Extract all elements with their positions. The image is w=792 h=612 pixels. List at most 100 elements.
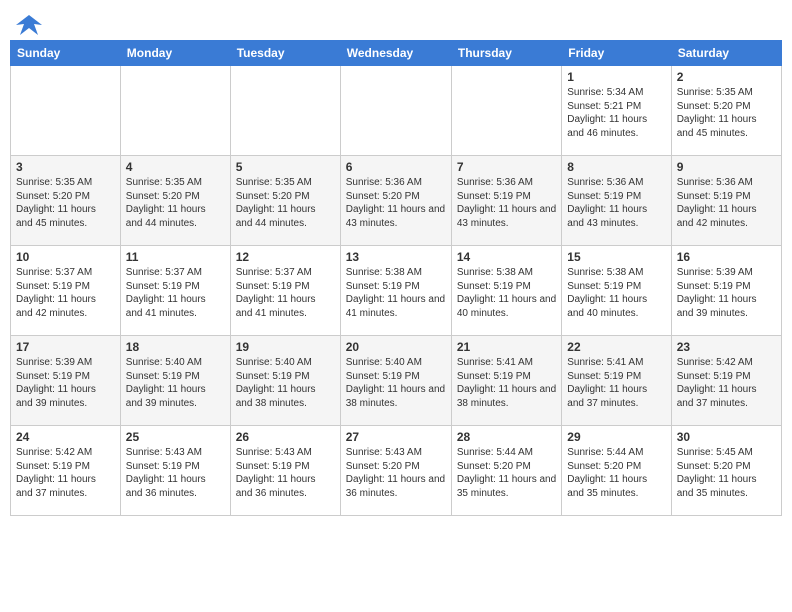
calendar-day-cell: 14 Sunrise: 5:38 AM Sunset: 5:19 PM Dayli… xyxy=(451,246,561,336)
day-info: Sunrise: 5:37 AM Sunset: 5:19 PM Dayligh… xyxy=(236,266,335,320)
day-info: Sunrise: 5:39 AM Sunset: 5:19 PM Dayligh… xyxy=(16,356,115,410)
day-info: Sunrise: 5:38 AM Sunset: 5:19 PM Dayligh… xyxy=(567,266,665,320)
calendar-day-cell: 20 Sunrise: 5:40 AM Sunset: 5:19 PM Dayli… xyxy=(340,336,451,426)
logo-bird-icon xyxy=(14,10,44,40)
day-info: Sunrise: 5:42 AM Sunset: 5:19 PM Dayligh… xyxy=(677,356,776,410)
day-info: Sunrise: 5:35 AM Sunset: 5:20 PM Dayligh… xyxy=(677,86,776,140)
day-number: 27 xyxy=(346,430,446,444)
weekday-header: Saturday xyxy=(671,41,781,66)
day-info: Sunrise: 5:40 AM Sunset: 5:19 PM Dayligh… xyxy=(346,356,446,410)
day-info: Sunrise: 5:44 AM Sunset: 5:20 PM Dayligh… xyxy=(457,446,556,500)
day-info: Sunrise: 5:40 AM Sunset: 5:19 PM Dayligh… xyxy=(126,356,225,410)
day-number: 23 xyxy=(677,340,776,354)
calendar-header-row: SundayMondayTuesdayWednesdayThursdayFrid… xyxy=(11,41,782,66)
calendar-day-cell xyxy=(120,66,230,156)
day-number: 14 xyxy=(457,250,556,264)
calendar-day-cell: 18 Sunrise: 5:40 AM Sunset: 5:19 PM Dayli… xyxy=(120,336,230,426)
day-info: Sunrise: 5:36 AM Sunset: 5:19 PM Dayligh… xyxy=(567,176,665,230)
calendar-day-cell: 27Sunrise: 5:43 AM Sunset: 5:20 PM Dayli… xyxy=(340,426,451,516)
day-info: Sunrise: 5:37 AM Sunset: 5:19 PM Dayligh… xyxy=(16,266,115,320)
weekday-header: Monday xyxy=(120,41,230,66)
day-info: Sunrise: 5:39 AM Sunset: 5:19 PM Dayligh… xyxy=(677,266,776,320)
calendar-day-cell: 22 Sunrise: 5:41 AM Sunset: 5:19 PM Dayli… xyxy=(562,336,671,426)
header xyxy=(10,10,782,32)
weekday-header: Friday xyxy=(562,41,671,66)
day-number: 30 xyxy=(677,430,776,444)
day-number: 10 xyxy=(16,250,115,264)
day-number: 20 xyxy=(346,340,446,354)
weekday-header: Wednesday xyxy=(340,41,451,66)
day-info: Sunrise: 5:35 AM Sunset: 5:20 PM Dayligh… xyxy=(16,176,115,230)
day-number: 5 xyxy=(236,160,335,174)
day-info: Sunrise: 5:43 AM Sunset: 5:19 PM Dayligh… xyxy=(236,446,335,500)
calendar-day-cell: 15 Sunrise: 5:38 AM Sunset: 5:19 PM Dayli… xyxy=(562,246,671,336)
day-info: Sunrise: 5:40 AM Sunset: 5:19 PM Dayligh… xyxy=(236,356,335,410)
weekday-header: Thursday xyxy=(451,41,561,66)
calendar-week-row: 17 Sunrise: 5:39 AM Sunset: 5:19 PM Dayli… xyxy=(11,336,782,426)
calendar: SundayMondayTuesdayWednesdayThursdayFrid… xyxy=(10,40,782,516)
calendar-day-cell: 4 Sunrise: 5:35 AM Sunset: 5:20 PM Daylig… xyxy=(120,156,230,246)
day-info: Sunrise: 5:35 AM Sunset: 5:20 PM Dayligh… xyxy=(126,176,225,230)
calendar-day-cell: 25Sunrise: 5:43 AM Sunset: 5:19 PM Dayli… xyxy=(120,426,230,516)
calendar-week-row: 10 Sunrise: 5:37 AM Sunset: 5:19 PM Dayli… xyxy=(11,246,782,336)
day-number: 28 xyxy=(457,430,556,444)
day-number: 12 xyxy=(236,250,335,264)
day-number: 17 xyxy=(16,340,115,354)
day-number: 15 xyxy=(567,250,665,264)
calendar-day-cell: 16 Sunrise: 5:39 AM Sunset: 5:19 PM Dayli… xyxy=(671,246,781,336)
calendar-day-cell xyxy=(340,66,451,156)
day-info: Sunrise: 5:36 AM Sunset: 5:20 PM Dayligh… xyxy=(346,176,446,230)
day-number: 18 xyxy=(126,340,225,354)
calendar-day-cell: 28 Sunrise: 5:44 AM Sunset: 5:20 PM Dayli… xyxy=(451,426,561,516)
logo xyxy=(10,10,44,32)
calendar-day-cell: 2 Sunrise: 5:35 AM Sunset: 5:20 PM Daylig… xyxy=(671,66,781,156)
day-info: Sunrise: 5:36 AM Sunset: 5:19 PM Dayligh… xyxy=(677,176,776,230)
calendar-day-cell: 8 Sunrise: 5:36 AM Sunset: 5:19 PM Daylig… xyxy=(562,156,671,246)
day-number: 11 xyxy=(126,250,225,264)
calendar-day-cell: 21Sunrise: 5:41 AM Sunset: 5:19 PM Dayli… xyxy=(451,336,561,426)
day-info: Sunrise: 5:41 AM Sunset: 5:19 PM Dayligh… xyxy=(567,356,665,410)
calendar-day-cell: 5 Sunrise: 5:35 AM Sunset: 5:20 PM Daylig… xyxy=(230,156,340,246)
day-number: 16 xyxy=(677,250,776,264)
calendar-day-cell: 13 Sunrise: 5:38 AM Sunset: 5:19 PM Dayli… xyxy=(340,246,451,336)
day-number: 22 xyxy=(567,340,665,354)
calendar-day-cell xyxy=(11,66,121,156)
calendar-day-cell: 29 Sunrise: 5:44 AM Sunset: 5:20 PM Dayli… xyxy=(562,426,671,516)
day-number: 7 xyxy=(457,160,556,174)
calendar-week-row: 3 Sunrise: 5:35 AM Sunset: 5:20 PM Daylig… xyxy=(11,156,782,246)
day-number: 19 xyxy=(236,340,335,354)
day-number: 24 xyxy=(16,430,115,444)
calendar-day-cell: 10 Sunrise: 5:37 AM Sunset: 5:19 PM Dayli… xyxy=(11,246,121,336)
calendar-week-row: 1Sunrise: 5:34 AM Sunset: 5:21 PM Daylig… xyxy=(11,66,782,156)
day-number: 2 xyxy=(677,70,776,84)
weekday-header: Tuesday xyxy=(230,41,340,66)
day-info: Sunrise: 5:44 AM Sunset: 5:20 PM Dayligh… xyxy=(567,446,665,500)
calendar-day-cell: 30 Sunrise: 5:45 AM Sunset: 5:20 PM Dayli… xyxy=(671,426,781,516)
day-number: 29 xyxy=(567,430,665,444)
day-number: 8 xyxy=(567,160,665,174)
day-number: 4 xyxy=(126,160,225,174)
day-number: 6 xyxy=(346,160,446,174)
calendar-day-cell: 17 Sunrise: 5:39 AM Sunset: 5:19 PM Dayli… xyxy=(11,336,121,426)
calendar-day-cell: 12 Sunrise: 5:37 AM Sunset: 5:19 PM Dayli… xyxy=(230,246,340,336)
day-info: Sunrise: 5:38 AM Sunset: 5:19 PM Dayligh… xyxy=(346,266,446,320)
calendar-day-cell: 3 Sunrise: 5:35 AM Sunset: 5:20 PM Daylig… xyxy=(11,156,121,246)
day-info: Sunrise: 5:42 AM Sunset: 5:19 PM Dayligh… xyxy=(16,446,115,500)
day-number: 1 xyxy=(567,70,665,84)
calendar-day-cell: 6 Sunrise: 5:36 AM Sunset: 5:20 PM Daylig… xyxy=(340,156,451,246)
calendar-day-cell: 19 Sunrise: 5:40 AM Sunset: 5:19 PM Dayli… xyxy=(230,336,340,426)
calendar-day-cell: 9Sunrise: 5:36 AM Sunset: 5:19 PM Daylig… xyxy=(671,156,781,246)
day-info: Sunrise: 5:36 AM Sunset: 5:19 PM Dayligh… xyxy=(457,176,556,230)
day-number: 13 xyxy=(346,250,446,264)
calendar-day-cell: 1Sunrise: 5:34 AM Sunset: 5:21 PM Daylig… xyxy=(562,66,671,156)
calendar-day-cell: 24 Sunrise: 5:42 AM Sunset: 5:19 PM Dayli… xyxy=(11,426,121,516)
day-info: Sunrise: 5:35 AM Sunset: 5:20 PM Dayligh… xyxy=(236,176,335,230)
day-info: Sunrise: 5:38 AM Sunset: 5:19 PM Dayligh… xyxy=(457,266,556,320)
calendar-day-cell: 7 Sunrise: 5:36 AM Sunset: 5:19 PM Daylig… xyxy=(451,156,561,246)
weekday-header: Sunday xyxy=(11,41,121,66)
calendar-day-cell: 26 Sunrise: 5:43 AM Sunset: 5:19 PM Dayli… xyxy=(230,426,340,516)
day-number: 3 xyxy=(16,160,115,174)
day-info: Sunrise: 5:45 AM Sunset: 5:20 PM Dayligh… xyxy=(677,446,776,500)
day-number: 26 xyxy=(236,430,335,444)
calendar-day-cell xyxy=(451,66,561,156)
